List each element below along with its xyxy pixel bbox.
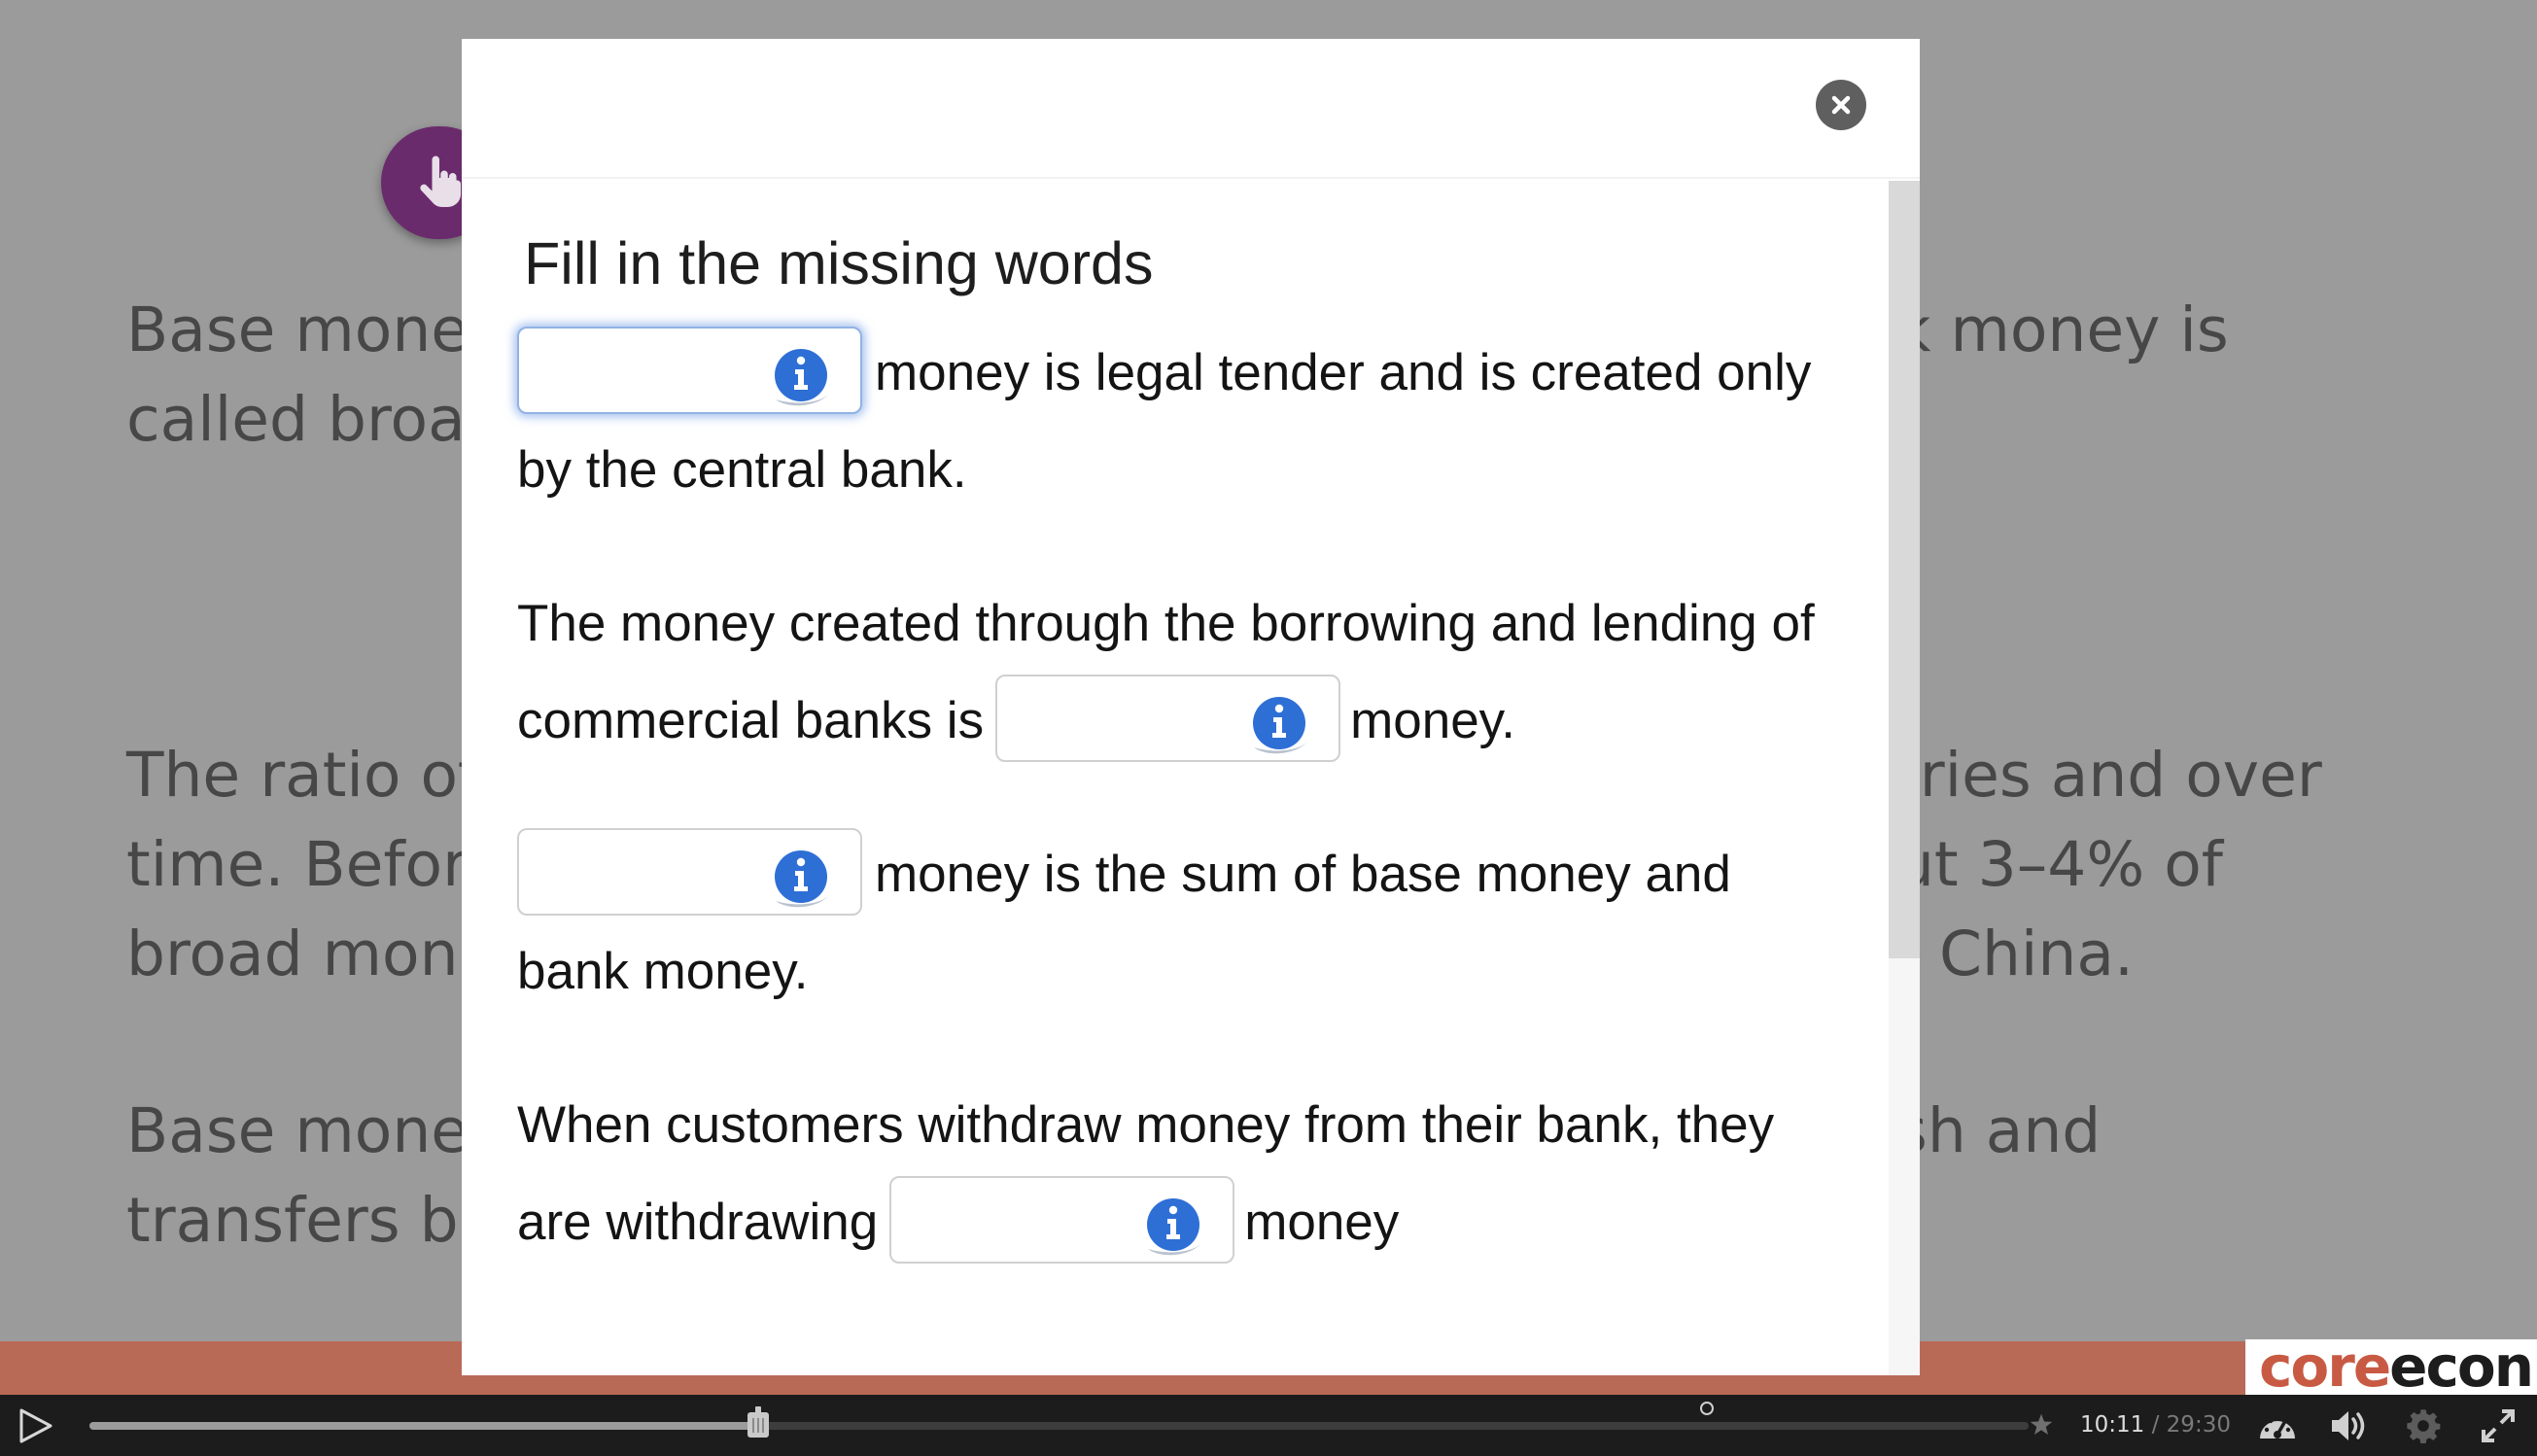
slide-text-line: China. bbox=[1939, 919, 2134, 989]
coreecon-logo: coreecon bbox=[2245, 1339, 2537, 1395]
question-1: money is legal tender and is created onl… bbox=[517, 325, 1820, 519]
slide-text-line: tries and over bbox=[1895, 740, 2322, 811]
blank-input-1[interactable] bbox=[517, 327, 862, 414]
slide-text-line: k money is bbox=[1895, 295, 2229, 365]
speedometer-icon bbox=[2260, 1418, 2295, 1439]
slide-text-line: The ratio of bbox=[126, 740, 480, 811]
duration: 29:30 bbox=[2166, 1412, 2231, 1438]
slide-text-line: broad mon bbox=[126, 919, 459, 989]
slide-text-line: called broa bbox=[126, 384, 466, 455]
slide-text-line: transfers be bbox=[126, 1185, 497, 1256]
info-icon[interactable] bbox=[1245, 692, 1315, 754]
volume-button[interactable] bbox=[2328, 1406, 2369, 1445]
blank-input-3[interactable] bbox=[517, 828, 862, 916]
bookmark-button[interactable] bbox=[2027, 1410, 2056, 1439]
modal-header bbox=[462, 39, 1920, 179]
modal-title: Fill in the missing words bbox=[524, 230, 1154, 296]
question-3: money is the sum of base money and bank … bbox=[517, 826, 1820, 1021]
video-player-bar: 10:11 / 29:30 bbox=[0, 1395, 2537, 1456]
fill-in-modal: Fill in the missing words money is legal… bbox=[462, 39, 1920, 1375]
seek-bar-played bbox=[89, 1422, 758, 1430]
question-2: The money created through the borrowing … bbox=[517, 575, 1820, 770]
playback-time: 10:11 / 29:30 bbox=[2080, 1410, 2231, 1439]
info-icon[interactable] bbox=[1139, 1194, 1209, 1256]
slide-text-line: sh and bbox=[1895, 1095, 2102, 1166]
playback-speed-button[interactable] bbox=[2257, 1406, 2298, 1445]
blank-input-4[interactable] bbox=[889, 1176, 1235, 1264]
info-icon[interactable] bbox=[767, 344, 837, 406]
slide-text-line: Base mone bbox=[126, 1095, 469, 1166]
star-icon bbox=[2030, 1413, 2053, 1435]
fullscreen-button[interactable] bbox=[2479, 1406, 2520, 1445]
gear-icon bbox=[2407, 1409, 2441, 1443]
current-time: 10:11 bbox=[2080, 1412, 2145, 1438]
play-button[interactable] bbox=[17, 1408, 56, 1443]
hand-pointer-icon bbox=[420, 156, 461, 207]
chapter-marker[interactable] bbox=[1700, 1402, 1714, 1415]
seek-bar[interactable] bbox=[89, 1422, 2029, 1430]
volume-icon bbox=[2332, 1411, 2365, 1440]
modal-scrollbar-thumb[interactable] bbox=[1889, 181, 1920, 958]
play-icon bbox=[19, 1408, 52, 1443]
modal-body: Fill in the missing words money is legal… bbox=[517, 220, 1820, 1328]
info-icon[interactable] bbox=[767, 846, 837, 908]
slide-text-line: time. Befor bbox=[126, 829, 468, 900]
question-text: money. bbox=[1350, 692, 1515, 749]
close-button[interactable] bbox=[1816, 80, 1866, 130]
slide-text-line: ut 3–4% of bbox=[1895, 829, 2223, 900]
settings-button[interactable] bbox=[2404, 1406, 2445, 1445]
slide-text-line: Base mone bbox=[126, 295, 469, 365]
seek-handle[interactable] bbox=[745, 1406, 772, 1439]
blank-input-2[interactable] bbox=[995, 675, 1341, 762]
close-icon bbox=[1831, 95, 1851, 115]
time-separator: / bbox=[2151, 1412, 2160, 1438]
question-4: When customers withdraw money from their… bbox=[517, 1077, 1820, 1271]
scrub-handle-icon bbox=[747, 1406, 769, 1438]
question-text: money bbox=[1244, 1194, 1400, 1251]
fullscreen-icon bbox=[2482, 1409, 2515, 1442]
